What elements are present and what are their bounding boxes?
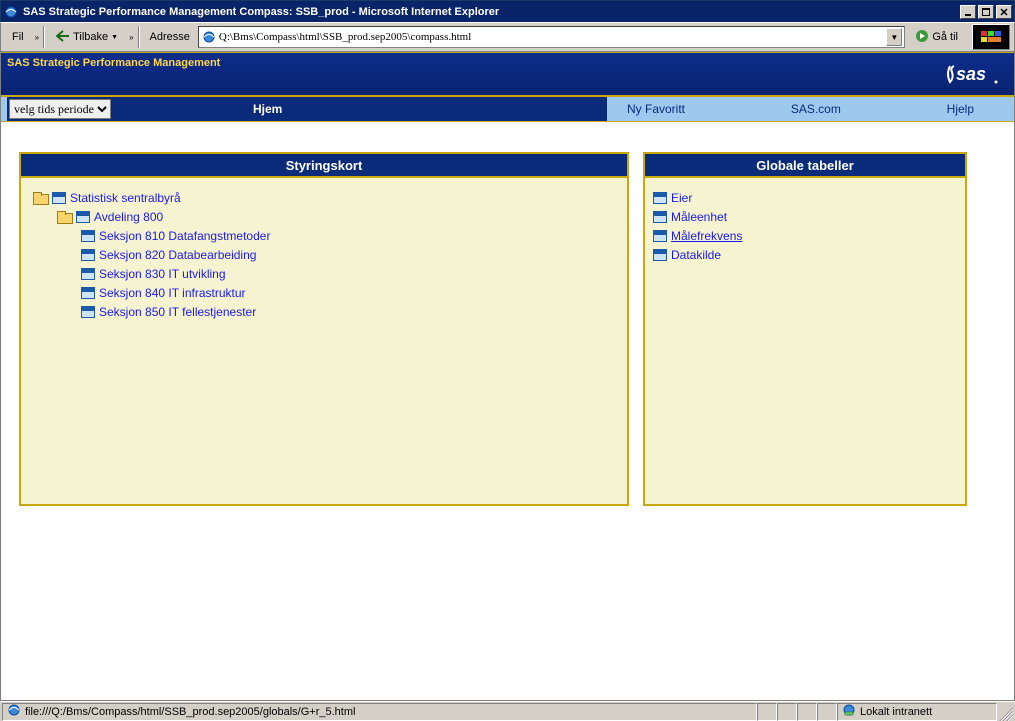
minimize-button[interactable]	[960, 5, 976, 19]
status-empty-2	[777, 703, 797, 721]
intranet-zone-icon	[842, 703, 856, 720]
tree-link-dept[interactable]: Avdeling 800	[94, 210, 163, 224]
status-url-cell: file:///Q:/Bms/Compass/html/SSB_prod.sep…	[2, 703, 757, 721]
app-banner: SAS Strategic Performance Management sas	[1, 52, 1014, 96]
tree-row-section: Seksjon 840 IT infrastruktur	[29, 283, 619, 302]
nav-home[interactable]: Hjem	[233, 102, 302, 116]
tree-link-section-850[interactable]: Seksjon 850 IT fellestjenester	[99, 305, 256, 319]
status-empty-3	[797, 703, 817, 721]
chevron-expand-icon[interactable]: »	[35, 33, 39, 42]
main-area: Styringskort Statistisk sentralbyrå Avde…	[1, 122, 1014, 700]
global-link-malefrekvens[interactable]: Målefrekvens	[671, 229, 742, 243]
back-label: Tilbake	[73, 31, 108, 43]
maximize-button[interactable]	[978, 5, 994, 19]
period-cell: velg tids periode	[7, 97, 163, 121]
nav-sas-com[interactable]: SAS.com	[771, 102, 861, 116]
globals-panel-title: Globale tabeller	[645, 154, 965, 178]
sas-logo-icon: sas	[944, 60, 1004, 91]
file-menu-label: Fil	[12, 31, 24, 43]
tree-row-section: Seksjon 820 Databearbeiding	[29, 245, 619, 264]
list-item: Eier	[653, 188, 957, 207]
status-bar: file:///Q:/Bms/Compass/html/SSB_prod.sep…	[0, 701, 1015, 721]
ie-throbber-icon	[972, 24, 1010, 50]
back-button[interactable]: Tilbake ▼	[49, 26, 125, 48]
list-item: Målefrekvens	[653, 226, 957, 245]
tree-row-section: Seksjon 830 IT utvikling	[29, 264, 619, 283]
page-content: SAS Strategic Performance Management sas…	[0, 52, 1015, 701]
status-url-text: file:///Q:/Bms/Compass/html/SSB_prod.sep…	[25, 706, 355, 718]
status-empty-4	[817, 703, 837, 721]
nav-bar: velg tids periode Hjem Ny Favoritt SAS.c…	[1, 96, 1014, 122]
close-button[interactable]	[996, 5, 1012, 19]
scorecard-icon	[52, 192, 66, 204]
tree-link-section-840[interactable]: Seksjon 840 IT infrastruktur	[99, 286, 246, 300]
toolbar-separator	[138, 26, 140, 48]
nav-new-favorite[interactable]: Ny Favoritt	[607, 102, 705, 116]
file-menu[interactable]: Fil	[5, 26, 31, 48]
status-empty-1	[757, 703, 777, 721]
scorecard-tree: Statistisk sentralbyrå Avdeling 800 Seks…	[21, 178, 627, 504]
tree-link-section-830[interactable]: Seksjon 830 IT utvikling	[99, 267, 226, 281]
global-link-maleenhet[interactable]: Måleenhet	[671, 210, 727, 224]
scorecard-icon	[81, 249, 95, 261]
period-select[interactable]: velg tids periode	[9, 99, 111, 119]
table-icon	[653, 192, 667, 204]
nav-help[interactable]: Hjelp	[927, 102, 994, 116]
window-titlebar: SAS Strategic Performance Management Com…	[0, 0, 1015, 22]
chevron-down-icon: ▼	[111, 34, 118, 41]
ie-page-icon	[7, 703, 21, 720]
address-label: Adresse	[144, 31, 194, 43]
back-arrow-icon	[56, 30, 70, 45]
scorecard-panel-title: Styringskort	[21, 154, 627, 178]
chevron-expand-icon[interactable]: »	[129, 33, 133, 42]
list-item: Måleenhet	[653, 207, 957, 226]
status-zone-cell: Lokalt intranett	[837, 703, 997, 721]
go-label: Gå til	[932, 31, 958, 43]
go-button[interactable]: Gå til	[909, 26, 964, 48]
global-link-eier[interactable]: Eier	[671, 191, 692, 205]
scorecard-icon	[81, 268, 95, 280]
table-icon	[653, 230, 667, 242]
globals-panel: Globale tabeller Eier Måleenhet Målefrek…	[643, 152, 967, 506]
scorecard-icon	[81, 287, 95, 299]
tree-link-section-810[interactable]: Seksjon 810 Datafangstmetoder	[99, 229, 270, 243]
ie-page-icon	[201, 29, 217, 45]
scorecard-icon	[81, 306, 95, 318]
status-zone-text: Lokalt intranett	[860, 706, 932, 718]
toolbar-separator	[43, 26, 45, 48]
nav-right-area: Ny Favoritt SAS.com Hjelp	[607, 97, 1014, 121]
globals-list: Eier Måleenhet Målefrekvens Datakilde	[645, 178, 965, 504]
table-icon	[653, 249, 667, 261]
scorecard-icon	[76, 211, 90, 223]
tree-row-dept: Avdeling 800	[29, 207, 619, 226]
address-input[interactable]	[219, 31, 886, 43]
ie-app-icon	[3, 4, 19, 20]
tree-row-root: Statistisk sentralbyrå	[29, 188, 619, 207]
tree-row-section: Seksjon 810 Datafangstmetoder	[29, 226, 619, 245]
tree-row-section: Seksjon 850 IT fellestjenester	[29, 302, 619, 321]
resize-grip[interactable]	[997, 703, 1013, 721]
folder-open-icon[interactable]	[57, 211, 72, 223]
folder-open-icon[interactable]	[33, 192, 48, 204]
svg-text:sas: sas	[956, 64, 986, 84]
scorecard-icon	[81, 230, 95, 242]
go-arrow-icon	[915, 29, 929, 46]
tree-link-section-820[interactable]: Seksjon 820 Databearbeiding	[99, 248, 256, 262]
browser-toolbar: Fil » Tilbake ▼ » Adresse ▼ Gå til	[0, 22, 1015, 52]
address-bar: ▼	[198, 26, 905, 48]
address-dropdown[interactable]: ▼	[886, 28, 902, 46]
tree-link-root[interactable]: Statistisk sentralbyrå	[70, 191, 181, 205]
nav-home-area: Hjem	[163, 97, 607, 121]
scorecard-panel: Styringskort Statistisk sentralbyrå Avde…	[19, 152, 629, 506]
table-icon	[653, 211, 667, 223]
window-title: SAS Strategic Performance Management Com…	[23, 6, 958, 18]
list-item: Datakilde	[653, 245, 957, 264]
global-link-datakilde[interactable]: Datakilde	[671, 248, 721, 262]
app-title: SAS Strategic Performance Management	[7, 57, 220, 69]
